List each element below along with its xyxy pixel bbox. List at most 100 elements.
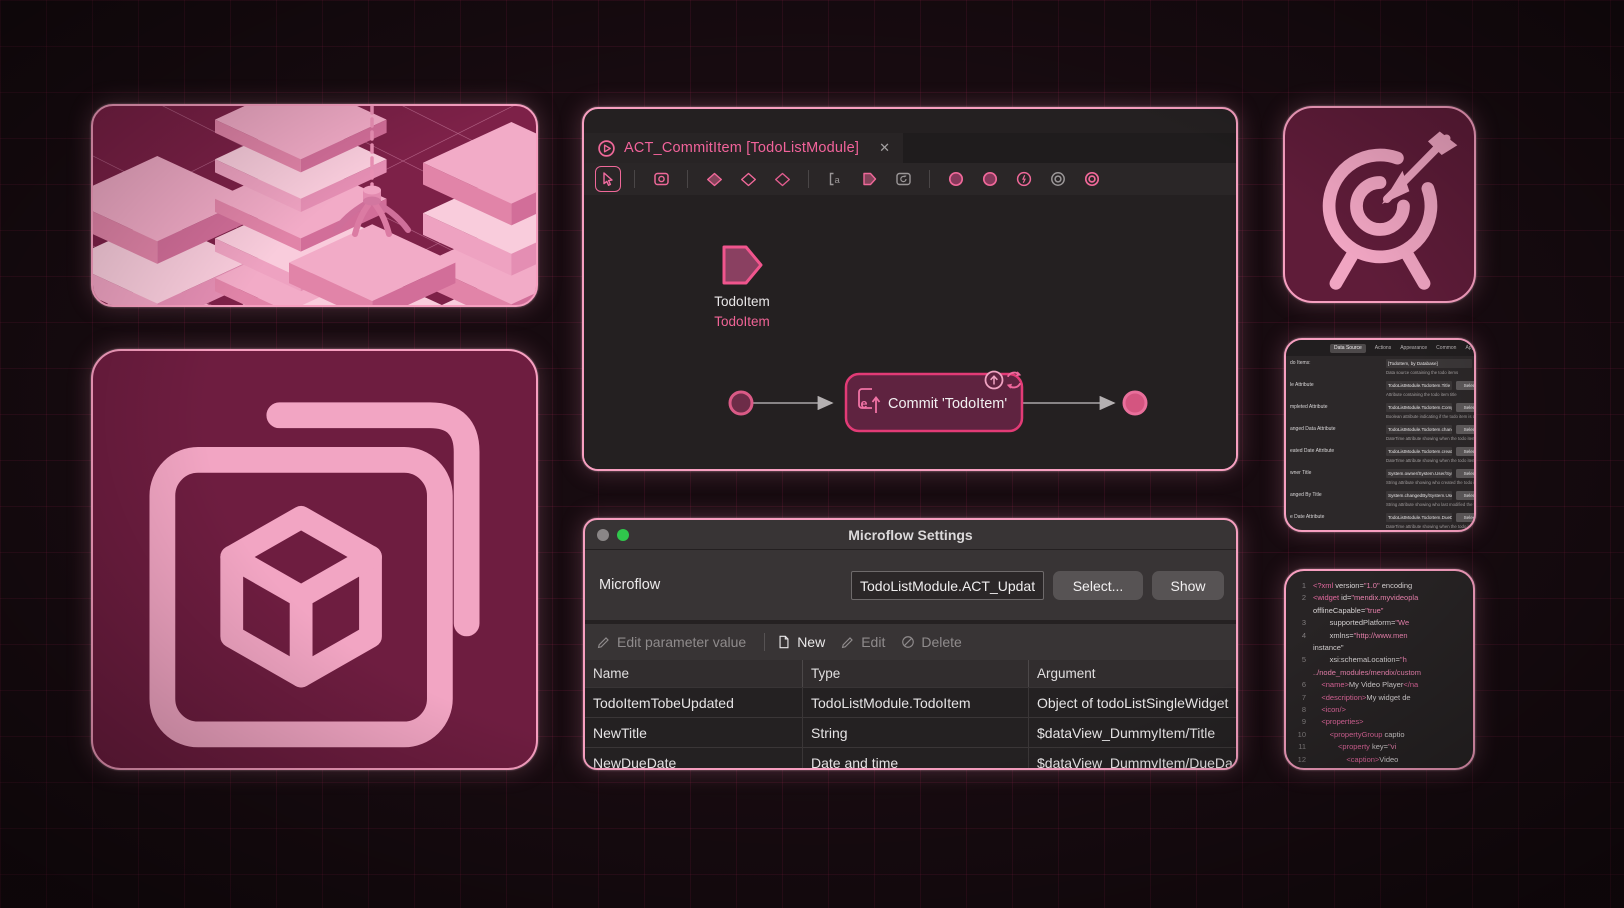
property-caption: DateTime attribute showing when the todo…: [1386, 436, 1476, 441]
start-event[interactable]: [730, 392, 752, 414]
commit-activity[interactable]: e Commit 'TodoItem': [846, 371, 1022, 431]
tab-actions[interactable]: Actions: [1375, 345, 1391, 351]
toolbar-label: New: [797, 634, 825, 650]
property-value-field[interactable]: TodoListModule.TodoItem.DueDate: [1386, 513, 1452, 522]
settings-table-body: TodoItemTobeUpdatedTodoListModule.TodoIt…: [585, 688, 1236, 768]
editor-tab[interactable]: ACT_CommitItem [TodoListModule] ✕: [584, 133, 903, 163]
cell-name: NewDueDate: [585, 748, 802, 770]
commit-badge-icon: [986, 372, 1003, 389]
select-button[interactable]: Select: [1456, 447, 1476, 456]
dialog-titlebar: Microflow Settings: [585, 520, 1236, 550]
property-value-field[interactable]: TodoListModule.TodoItem.Completed: [1386, 403, 1452, 412]
widget-properties-panel: Data Source Actions Appearance Common Appear…: [1284, 338, 1476, 532]
select-button[interactable]: Select: [1456, 513, 1476, 522]
tab-data-source[interactable]: Data Source: [1330, 344, 1366, 353]
cell-name: TodoItemTobeUpdated: [585, 688, 802, 717]
continue-event-icon[interactable]: [1045, 166, 1071, 192]
line-number: 4: [1293, 630, 1306, 642]
code-line: offlineCapable="true": [1293, 605, 1466, 617]
merge-icon[interactable]: [769, 166, 795, 192]
new-page-icon: [777, 635, 791, 649]
microflow-settings-dialog: Microflow Settings Microflow Select... S…: [583, 518, 1238, 770]
property-label: eated Date Attribute: [1290, 448, 1334, 454]
cell-name: NewTitle: [585, 718, 802, 747]
property-value-field[interactable]: [TodoItem, by Database]: [1386, 359, 1472, 368]
select-button[interactable]: Select: [1456, 381, 1476, 390]
target-arrow-icon: [1285, 106, 1474, 303]
column-header[interactable]: Type: [802, 660, 1028, 687]
line-number: 7: [1293, 692, 1306, 704]
property-caption: Attribute containing the todo item title: [1386, 392, 1476, 397]
column-header[interactable]: Argument: [1028, 660, 1236, 687]
editor-toolbar: a: [584, 163, 1236, 195]
edit-button[interactable]: Edit: [841, 634, 885, 650]
select-button[interactable]: Select: [1456, 425, 1476, 434]
error-event-icon[interactable]: [1011, 166, 1037, 192]
microflow-input[interactable]: [851, 571, 1044, 600]
code-line: 5 xsi:schemaLocation="h: [1293, 654, 1466, 666]
start-event-icon[interactable]: [943, 166, 969, 192]
code-line: 3 supportedPlatform="We: [1293, 617, 1466, 629]
close-icon[interactable]: ✕: [879, 140, 890, 156]
parameter-shape[interactable]: [724, 247, 761, 283]
decision-icon[interactable]: [735, 166, 761, 192]
table-row[interactable]: NewTitleString$dataView_DummyItem/Title: [585, 718, 1236, 748]
toolbar-divider: [764, 633, 765, 651]
property-caption: String attribute showing who last modifi…: [1386, 502, 1476, 507]
target-icon-card: [1283, 106, 1476, 303]
parameter-icon[interactable]: [856, 166, 882, 192]
select-button[interactable]: Select: [1456, 469, 1476, 478]
end-event-icon[interactable]: [977, 166, 1003, 192]
microflow-field-label: Microflow: [599, 577, 660, 593]
cell-type: String: [802, 718, 1028, 747]
toolbar-label: Edit parameter value: [617, 634, 746, 650]
property-label: le Attribute: [1290, 382, 1314, 388]
code-line: 8 <icon/>: [1293, 704, 1466, 716]
edit-parameter-value-button[interactable]: Edit parameter value: [597, 634, 746, 650]
property-value-field[interactable]: TodoListModule.TodoItem.createdDate: [1386, 447, 1452, 456]
select-button[interactable]: Select...: [1053, 571, 1143, 600]
property-value-field[interactable]: System.owner/System.User/System.User.Nam…: [1386, 469, 1452, 478]
code-line: 7 <description>My widget de: [1293, 692, 1466, 704]
loop-icon[interactable]: [890, 166, 916, 192]
property-row: anged By TitleSystem.changedBy/System.Us…: [1286, 488, 1474, 510]
select-button[interactable]: Select: [1456, 403, 1476, 412]
property-caption: Data source containing the todo items: [1386, 370, 1476, 375]
show-button[interactable]: Show: [1152, 571, 1224, 600]
toolbar-divider: [634, 170, 635, 188]
end-event[interactable]: [1124, 392, 1146, 414]
break-event-icon[interactable]: [1079, 166, 1105, 192]
tab-appearance[interactable]: Appearance: [1400, 345, 1427, 351]
select-button[interactable]: Select: [1456, 491, 1476, 500]
new-button[interactable]: New: [777, 634, 825, 650]
delete-button[interactable]: Delete: [901, 634, 961, 650]
property-value-field[interactable]: System.changedBy/System.User/System.User…: [1386, 491, 1452, 500]
isometric-illustration-card: .palA{--t:#f9ccdc;--l:#eea2c1;--r:#e48eb…: [91, 104, 538, 307]
params-toolbar: Edit parameter value New Edit Delete: [585, 624, 1236, 660]
table-row[interactable]: TodoItemTobeUpdatedTodoListModule.TodoIt…: [585, 688, 1236, 718]
line-number: 10: [1293, 729, 1306, 741]
column-header[interactable]: Name: [585, 660, 802, 687]
window-dot-green[interactable]: [617, 529, 629, 541]
pointer-tool-icon[interactable]: [595, 166, 621, 192]
tab-common[interactable]: Common: [1436, 345, 1456, 351]
property-label: mpleted Attribute: [1290, 404, 1328, 410]
annotation-icon[interactable]: a: [822, 166, 848, 192]
pencil-icon: [841, 635, 855, 649]
code-line: 10 <propertyGroup captio: [1293, 729, 1466, 741]
property-caption: DateTime attribute showing when the todo…: [1386, 524, 1476, 529]
property-value-field[interactable]: TodoListModule.TodoItem.Title: [1386, 381, 1452, 390]
property-value-field[interactable]: TodoListModule.TodoItem.changedData: [1386, 425, 1452, 434]
region-tool-icon[interactable]: [648, 166, 674, 192]
toolbar-divider: [808, 170, 809, 188]
property-row: e Date Attribute TodoListModule.TodoItem.…: [1286, 510, 1474, 532]
table-row[interactable]: NewDueDateDate and time$dataView_DummyIt…: [585, 748, 1236, 770]
parameter-name-label: TodoItem: [714, 294, 770, 309]
property-label: e Date Attribute: [1290, 514, 1324, 520]
parameter-variable-label: TodoItem: [714, 314, 770, 329]
window-dot-gray[interactable]: [597, 529, 609, 541]
decision-filled-icon[interactable]: [701, 166, 727, 192]
tab-appearan[interactable]: Appearan: [1465, 345, 1474, 351]
property-row: le Attribute TodoListModule.TodoItem.Titl…: [1286, 378, 1474, 400]
microflow-editor-window: ACT_CommitItem [TodoListModule] ✕: [582, 107, 1238, 471]
